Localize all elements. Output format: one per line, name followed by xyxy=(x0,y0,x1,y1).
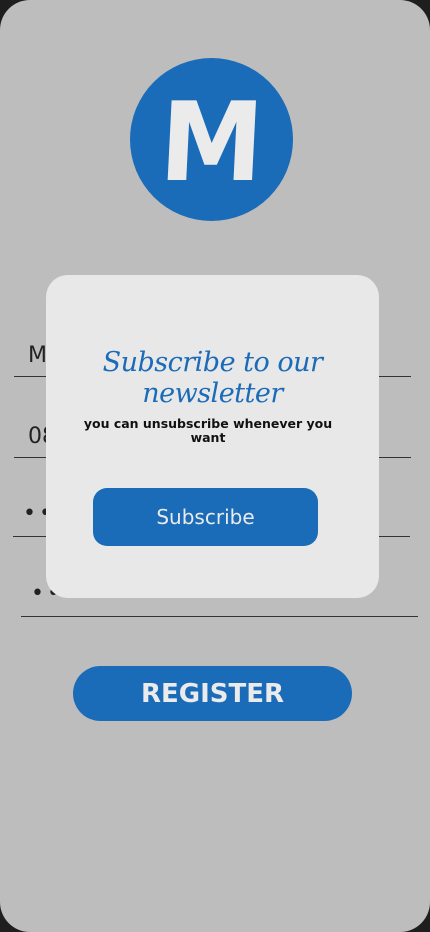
modal-message: you can unsubscribe whenever you want xyxy=(83,416,333,445)
register-button[interactable]: REGISTER xyxy=(73,666,352,721)
logo-letter: M xyxy=(156,77,267,206)
subscribe-button[interactable]: Subscribe xyxy=(93,488,318,546)
modal-title: Subscribe to our newsletter xyxy=(102,347,323,409)
name-field-value: M xyxy=(28,343,47,368)
newsletter-modal: Subscribe to our newsletter you can unsu… xyxy=(46,275,379,598)
app-logo: M xyxy=(130,58,293,221)
register-screen: M M 08 •• •• REGISTER Subscribe to our n… xyxy=(0,0,430,932)
